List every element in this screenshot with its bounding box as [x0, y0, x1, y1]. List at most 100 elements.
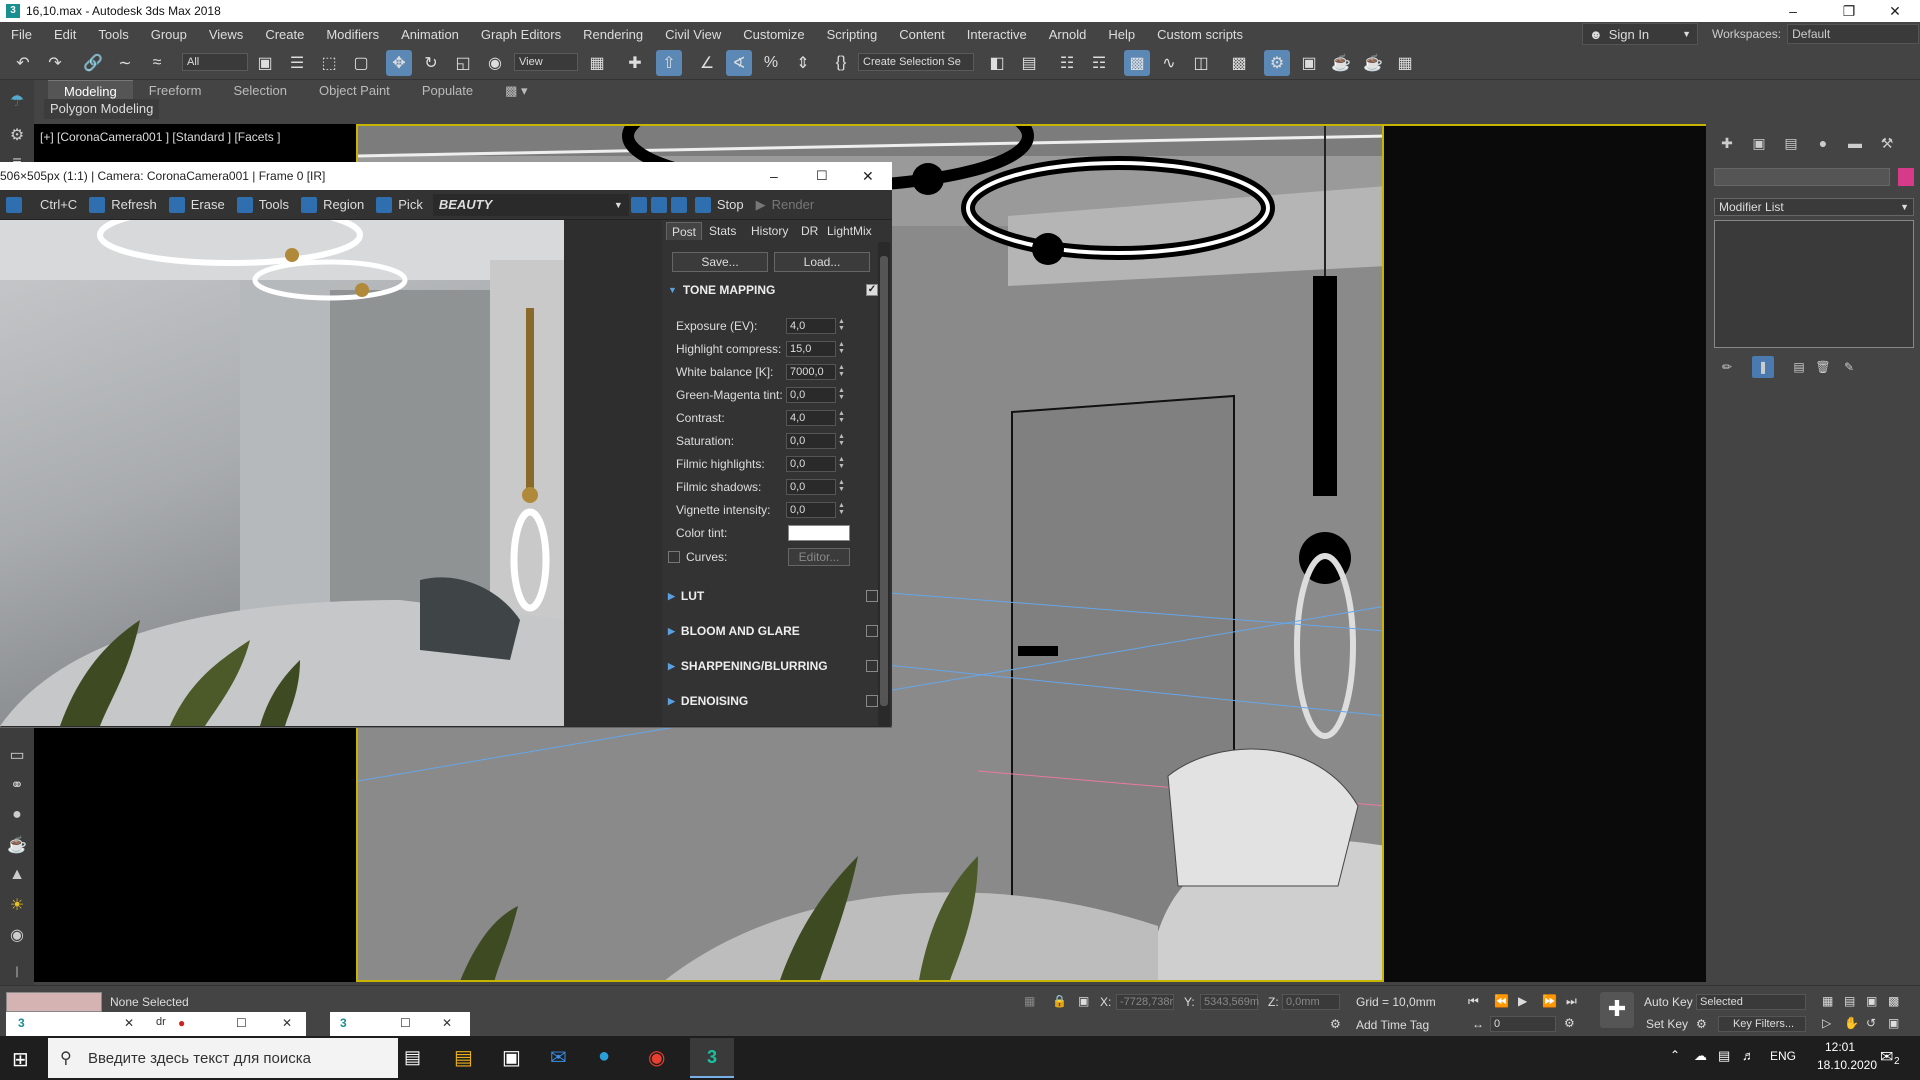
minimize-button[interactable]: –: [1770, 0, 1816, 22]
maximize-viewport-icon[interactable]: ▩: [1888, 994, 1899, 1008]
maximize-toggle-icon[interactable]: ▣: [1888, 1016, 1899, 1030]
sign-in-button[interactable]: ☻ Sign In ▼: [1582, 23, 1698, 45]
ribbon-options-icon[interactable]: ▩ ▾: [489, 80, 543, 102]
exposure-input[interactable]: 4,0: [786, 318, 836, 334]
minimized-window-3[interactable]: 3 ☐ ✕: [330, 1012, 470, 1036]
scale-icon[interactable]: ◱: [450, 50, 476, 76]
render-setup-icon[interactable]: ⚙: [1264, 50, 1290, 76]
named-selection-dropdown[interactable]: Create Selection Se: [858, 53, 974, 71]
window-crossing-icon[interactable]: ▢: [348, 50, 374, 76]
scrollbar-thumb[interactable]: [880, 256, 888, 706]
polygon-modeling-panel[interactable]: Polygon Modeling: [44, 99, 160, 119]
render-production-icon[interactable]: ☕: [1328, 50, 1354, 76]
angle-snap-icon[interactable]: ∢: [726, 50, 752, 76]
mirror-icon[interactable]: ◧: [984, 50, 1010, 76]
menu-edit[interactable]: Edit: [43, 27, 87, 42]
region-button[interactable]: Region: [295, 194, 370, 216]
undo-icon[interactable]: ↶: [10, 50, 36, 76]
lock-selection-icon[interactable]: 🔒: [1052, 994, 1067, 1008]
zoom-fit-button[interactable]: [669, 194, 689, 216]
isolate-icon[interactable]: ▦: [1024, 994, 1035, 1008]
curves-editor-button[interactable]: Editor...: [788, 548, 850, 566]
redo-icon[interactable]: ↷: [42, 50, 68, 76]
stop-button[interactable]: Stop: [689, 194, 750, 216]
menu-file[interactable]: File: [0, 27, 43, 42]
3ds-max-taskbar-icon[interactable]: 3: [690, 1038, 734, 1078]
green-magenta-input[interactable]: 0,0: [786, 387, 836, 403]
menu-tools[interactable]: Tools: [87, 27, 139, 42]
denoising-checkbox[interactable]: [866, 695, 878, 707]
select-object-icon[interactable]: ▣: [252, 50, 278, 76]
percent-snap-icon[interactable]: %: [758, 50, 784, 76]
menu-rendering[interactable]: Rendering: [572, 27, 654, 42]
current-frame-field[interactable]: 0: [1490, 1016, 1556, 1032]
schematic-view-icon[interactable]: ◫: [1188, 50, 1214, 76]
menu-group[interactable]: Group: [140, 27, 198, 42]
next-frame-icon[interactable]: ⏩: [1542, 994, 1557, 1008]
cone-icon[interactable]: ▲: [6, 864, 28, 886]
spinner-icon[interactable]: ▲ ▼: [838, 502, 845, 516]
teapot-icon[interactable]: ☕: [6, 834, 28, 856]
vfb-close-button[interactable]: ✕: [862, 168, 874, 185]
tone-mapping-checkbox[interactable]: ✓: [866, 284, 878, 296]
menu-custom-scripts[interactable]: Custom scripts: [1146, 27, 1254, 42]
tone-mapping-header[interactable]: ▼ TONE MAPPING ✓: [668, 280, 878, 300]
lut-section[interactable]: ▶ LUT: [668, 586, 878, 606]
close-icon[interactable]: ✕: [282, 1016, 292, 1030]
menu-civil-view[interactable]: Civil View: [654, 27, 732, 42]
close-button[interactable]: ✕: [1872, 0, 1918, 22]
volume-icon[interactable]: ♬: [1742, 1048, 1755, 1063]
menu-scripting[interactable]: Scripting: [816, 27, 889, 42]
orbit-sub-icon[interactable]: ↺: [1866, 1016, 1876, 1030]
key-filters-button[interactable]: Key Filters...: [1718, 1016, 1806, 1032]
contrast-input[interactable]: 4,0: [786, 410, 836, 426]
render-channel-dropdown[interactable]: BEAUTY ▼: [432, 193, 629, 216]
refresh-button[interactable]: Refresh: [83, 194, 163, 216]
configure-sets-icon[interactable]: ✎: [1838, 356, 1860, 378]
display-tab-icon[interactable]: ▬: [1844, 132, 1866, 154]
copy-button[interactable]: Ctrl+C: [34, 194, 83, 216]
cloud-icon[interactable]: ☁: [1694, 1048, 1707, 1064]
curves-checkbox[interactable]: [668, 551, 680, 563]
add-time-tag[interactable]: Add Time Tag: [1356, 1018, 1429, 1032]
sharpening-checkbox[interactable]: [866, 660, 878, 672]
ribbon-toggle-icon[interactable]: ▩: [1124, 50, 1150, 76]
zoom-out-button[interactable]: [649, 194, 669, 216]
maxscript-listener-field[interactable]: [6, 992, 102, 1012]
viewport-layout-icon[interactable]: ▭: [6, 744, 28, 766]
menu-interactive[interactable]: Interactive: [956, 27, 1038, 42]
lut-checkbox[interactable]: [866, 590, 878, 602]
file-explorer-icon[interactable]: ▤: [454, 1045, 473, 1070]
add-default-keys-icon[interactable]: ✚: [1600, 992, 1634, 1028]
make-unique-icon[interactable]: ▤: [1788, 356, 1810, 378]
time-config-icon[interactable]: ⚙: [1564, 1016, 1575, 1030]
sharpening-section[interactable]: ▶ SHARPENING/BLURRING: [668, 656, 878, 676]
place-icon[interactable]: ◉: [482, 50, 508, 76]
pin-stack-icon[interactable]: ✏: [1716, 356, 1738, 378]
field-of-view-icon[interactable]: ▷: [1822, 1016, 1831, 1030]
modifier-stack[interactable]: [1714, 220, 1914, 348]
hierarchy-tab-icon[interactable]: ▤: [1780, 132, 1802, 154]
tab-lightmix[interactable]: LightMix: [822, 222, 877, 240]
render-button[interactable]: ▶ Render: [750, 194, 821, 216]
prev-frame-icon[interactable]: ⏪: [1494, 994, 1509, 1008]
windows-start-icon[interactable]: ⊞: [12, 1047, 29, 1072]
material-editor-icon[interactable]: ▩: [1226, 50, 1252, 76]
spinner-icon[interactable]: ▲ ▼: [838, 456, 845, 470]
white-balance-input[interactable]: 7000,0: [786, 364, 836, 380]
keyboard-shortcut-override-icon[interactable]: ⇧: [656, 50, 682, 76]
spinner-icon[interactable]: ▲ ▼: [838, 341, 845, 355]
menu-graph-editors[interactable]: Graph Editors: [470, 27, 572, 42]
sphere-icon[interactable]: ●: [6, 804, 28, 826]
select-by-name-icon[interactable]: ☰: [284, 50, 310, 76]
vfb-panel-scrollbar[interactable]: [878, 242, 890, 726]
minimized-window-1[interactable]: 3 ✕: [6, 1012, 156, 1036]
vignette-input[interactable]: 0,0: [786, 502, 836, 518]
show-end-result-icon[interactable]: ❚: [1752, 356, 1774, 378]
restore-icon[interactable]: ☐: [236, 1016, 247, 1030]
auto-key-button[interactable]: Auto Key: [1644, 995, 1693, 1009]
close-icon[interactable]: ✕: [124, 1016, 134, 1030]
goto-end-icon[interactable]: ⏭: [1566, 994, 1577, 1009]
snaps-toggle-icon[interactable]: ∠: [694, 50, 720, 76]
restore-icon[interactable]: ☐: [400, 1016, 411, 1030]
